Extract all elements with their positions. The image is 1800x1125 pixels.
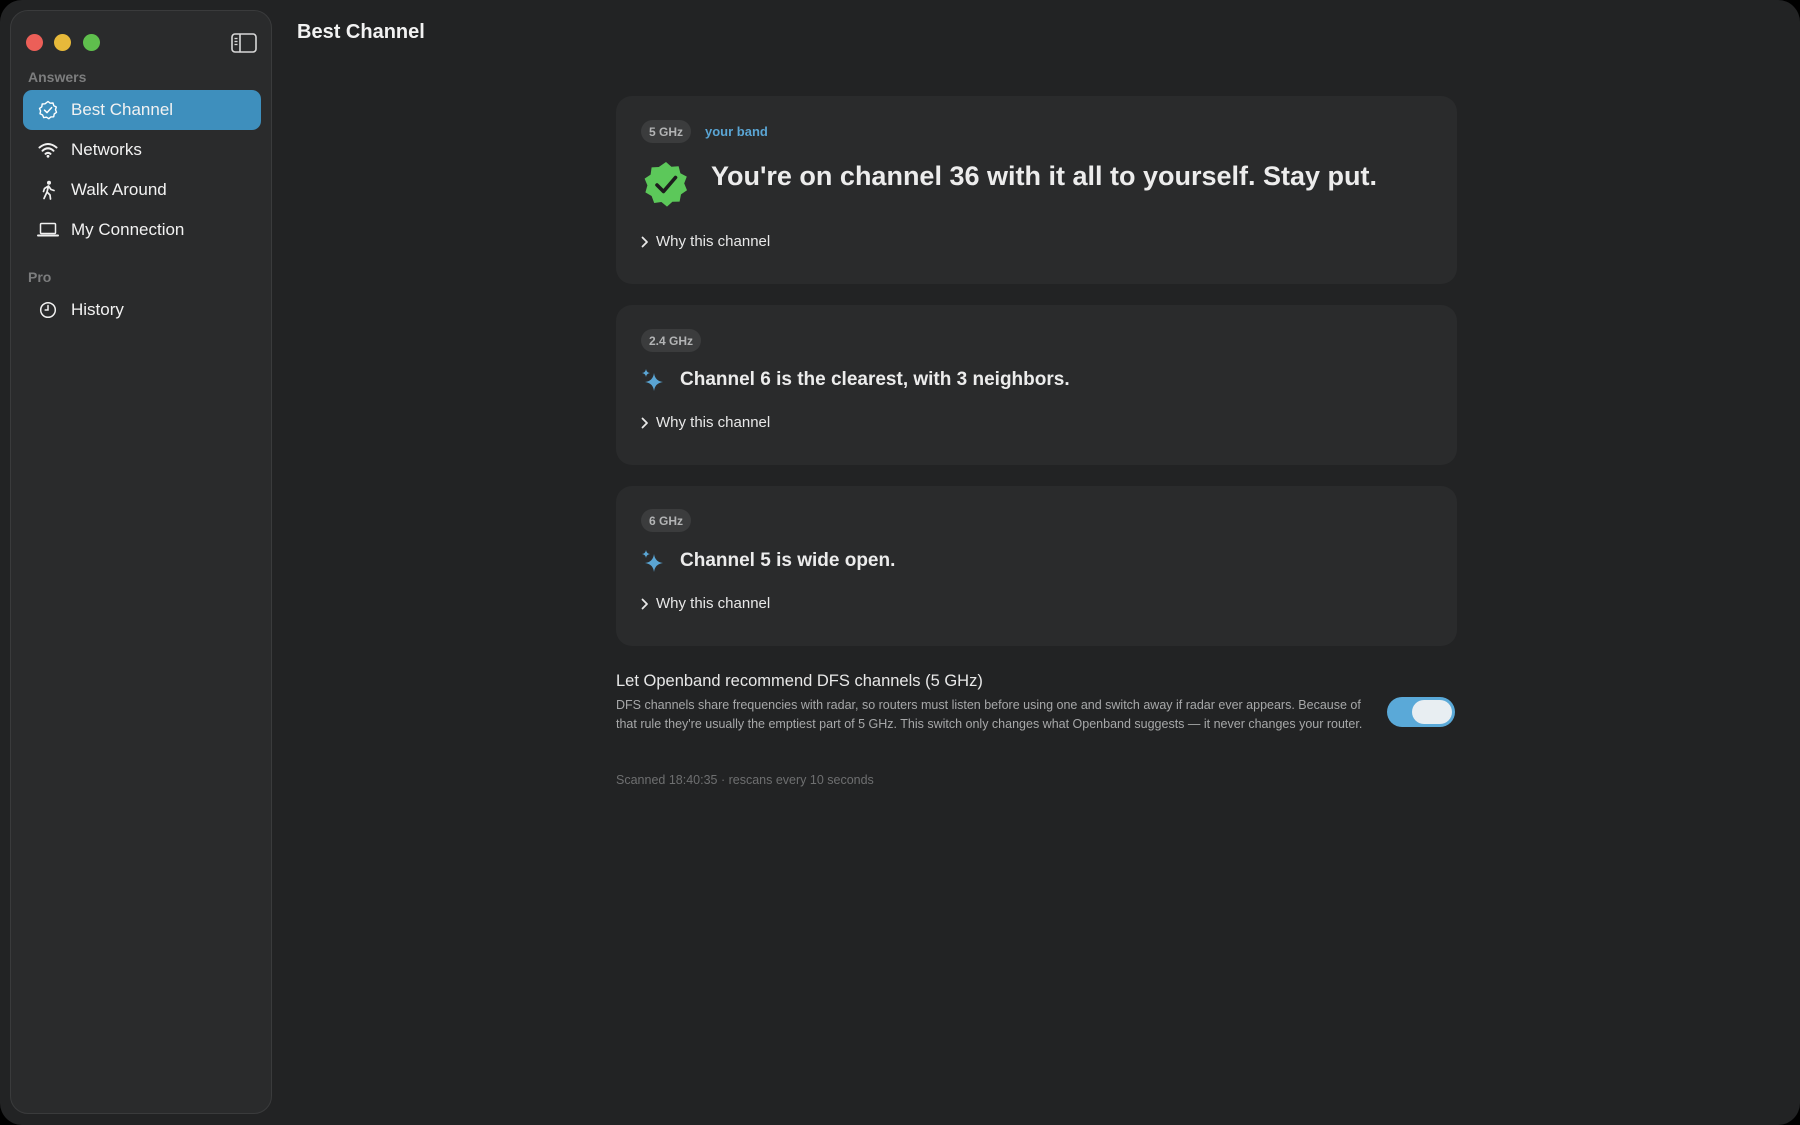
sidebar-item-networks[interactable]: Networks: [23, 130, 261, 170]
verified-badge-icon: [37, 99, 59, 121]
card-headline: You're on channel 36 with it all to your…: [711, 161, 1378, 191]
sidebar-item-label: History: [71, 300, 124, 319]
chevron-right-icon: [641, 236, 648, 247]
sidebar: Answers Best Channel Networks Walk Aroun…: [10, 10, 272, 1114]
card-headline: Channel 5 is wide open.: [680, 550, 896, 571]
dfs-setting-description: DFS channels share frequencies with rada…: [616, 698, 1363, 731]
band-badge: 2.4 GHz: [641, 329, 702, 352]
dfs-setting-title: Let Openband recommend DFS channels (5 G…: [616, 672, 983, 690]
sidebar-item-walk-around[interactable]: Walk Around: [23, 170, 261, 210]
zoom-window-button[interactable]: [83, 34, 100, 51]
sparkle-icon: [641, 549, 665, 573]
sidebar-item-label: Networks: [71, 140, 142, 159]
why-this-channel-disclosure[interactable]: Why this channel: [641, 233, 770, 250]
chevron-right-icon: [641, 598, 648, 609]
sidebar-item-label: Walk Around: [71, 180, 167, 199]
sidebar-item-label: Best Channel: [71, 100, 174, 119]
band-badge: 5 GHz: [641, 120, 692, 143]
channel-card-2-4ghz: 2.4 GHz Channel 6 is the clearest, with …: [616, 305, 1457, 465]
page-title: Best Channel: [297, 21, 425, 43]
close-window-button[interactable]: [26, 34, 43, 51]
disclosure-label: Why this channel: [656, 414, 771, 431]
sidebar-item-best-channel[interactable]: Best Channel: [23, 90, 261, 130]
toggle-knob: [1412, 700, 1452, 724]
sidebar-toggle-icon[interactable]: [231, 33, 257, 53]
clock-icon: [37, 299, 59, 321]
sidebar-section-pro: Pro: [28, 269, 52, 285]
sidebar-item-history[interactable]: History: [23, 290, 261, 330]
dfs-toggle[interactable]: [1387, 697, 1455, 727]
minimize-window-button[interactable]: [54, 34, 71, 51]
sparkle-icon: [641, 368, 665, 392]
sidebar-section-answers: Answers: [28, 69, 87, 85]
band-badge: 6 GHz: [641, 509, 692, 532]
your-band-tag: your band: [705, 124, 768, 139]
why-this-channel-disclosure[interactable]: Why this channel: [641, 595, 770, 612]
channel-card-5ghz: 5 GHz your band You're on channel 36 wit…: [616, 96, 1457, 284]
verified-check-icon: [641, 160, 691, 210]
disclosure-label: Why this channel: [656, 233, 771, 250]
why-this-channel-disclosure[interactable]: Why this channel: [641, 414, 770, 431]
disclosure-label: Why this channel: [656, 595, 771, 612]
sidebar-item-my-connection[interactable]: My Connection: [23, 210, 261, 250]
channel-card-6ghz: 6 GHz Channel 5 is wide open. Why this c…: [616, 486, 1457, 646]
scan-status: Scanned 18:40:35 · rescans every 10 seco…: [616, 773, 874, 787]
chevron-right-icon: [641, 417, 648, 428]
sidebar-item-label: My Connection: [71, 220, 185, 239]
card-headline: Channel 6 is the clearest, with 3 neighb…: [680, 369, 1070, 390]
app-window: Answers Best Channel Networks Walk Aroun…: [0, 0, 1800, 1125]
walking-person-icon: [37, 179, 59, 201]
laptop-icon: [37, 219, 59, 241]
wifi-icon: [37, 139, 59, 161]
